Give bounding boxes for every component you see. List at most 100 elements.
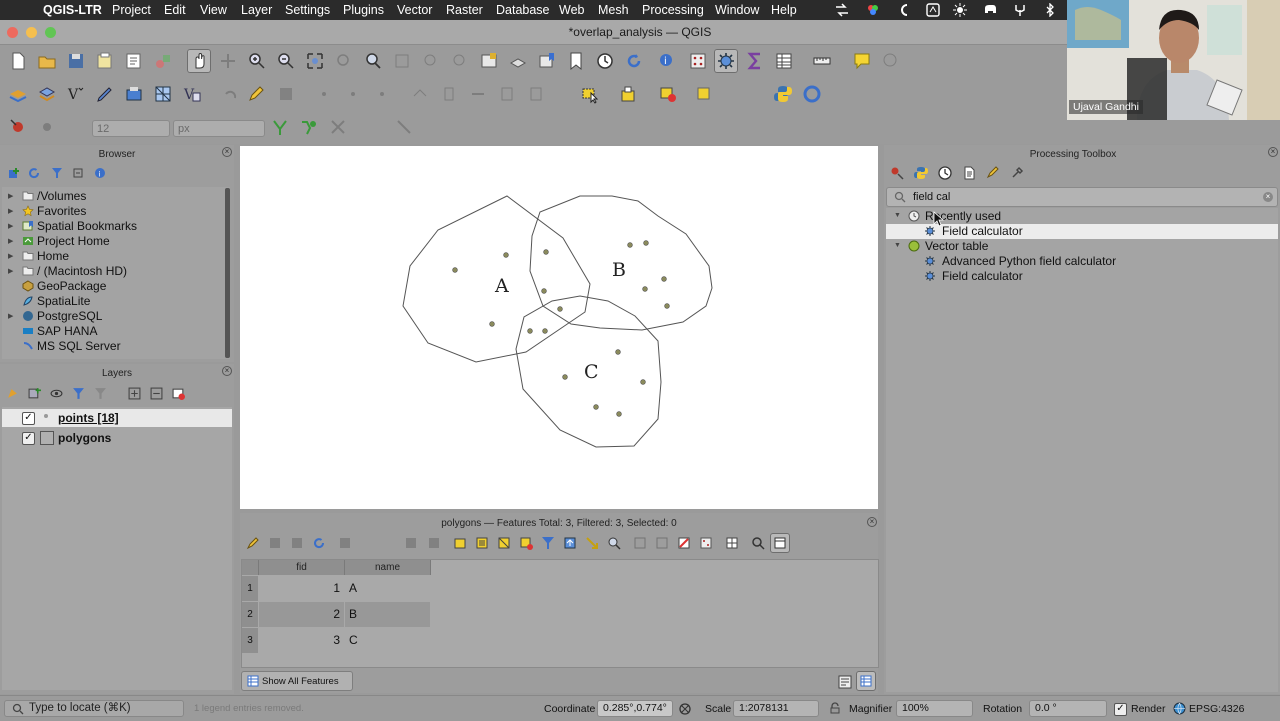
map-canvas[interactable]: A B C: [240, 146, 878, 509]
row-number[interactable]: 1: [242, 576, 258, 601]
filter-by-map-icon[interactable]: [94, 387, 107, 400]
zoom-in-icon[interactable]: [247, 51, 267, 71]
processing-search-input[interactable]: field cal: [913, 191, 950, 203]
python-console-icon[interactable]: [773, 84, 793, 104]
layout-manager-icon[interactable]: [124, 51, 144, 71]
layer-visibility-checkbox[interactable]: ✓: [22, 432, 35, 445]
plugin-icon[interactable]: [802, 84, 822, 104]
form-view-icon[interactable]: [838, 675, 852, 689]
show-bookmarks-icon[interactable]: [566, 51, 586, 71]
pan-map-icon[interactable]: [187, 49, 211, 73]
tray-sun-icon[interactable]: [953, 3, 967, 17]
font-unit-select[interactable]: px: [173, 120, 265, 137]
paste-features-icon[interactable]: [497, 84, 517, 104]
grid-corner[interactable]: [242, 560, 259, 575]
menu-item[interactable]: Settings: [285, 3, 330, 17]
trace-tool-icon[interactable]: [394, 117, 414, 137]
close-icon[interactable]: ×: [867, 517, 877, 527]
new-project-icon[interactable]: [8, 51, 28, 71]
style-manager-icon[interactable]: [153, 51, 173, 71]
browser-item[interactable]: MS SQL Server: [2, 339, 230, 354]
save-project-icon[interactable]: [66, 51, 86, 71]
cell-fid[interactable]: 1: [259, 576, 344, 601]
font-size-spinbox[interactable]: 12: [92, 120, 170, 137]
new-spatial-bookmark-icon[interactable]: [537, 51, 557, 71]
save-edits-icon[interactable]: [290, 536, 304, 550]
tray-fork-icon[interactable]: [1013, 3, 1027, 17]
style-layer-icon[interactable]: [6, 387, 19, 400]
refresh-icon[interactable]: [28, 167, 40, 179]
filter-legend-icon[interactable]: [72, 387, 85, 400]
undo-icon[interactable]: [220, 84, 240, 104]
expand-all-icon[interactable]: [128, 387, 141, 400]
browser-scrollbar[interactable]: [225, 188, 230, 358]
layer-item-points[interactable]: ✓ points [18]: [2, 409, 232, 427]
new-3d-map-view-icon[interactable]: [508, 51, 528, 71]
move-selection-top-icon[interactable]: [563, 536, 577, 550]
rotation-spinbox[interactable]: 0.0 °: [1029, 700, 1107, 717]
menu-item[interactable]: Help: [771, 3, 797, 17]
magnifier-spinbox[interactable]: 100%: [896, 700, 973, 717]
menu-item[interactable]: Window: [715, 3, 759, 17]
browser-item[interactable]: ▶ / (Macintosh HD): [2, 264, 230, 279]
paste-rows-icon[interactable]: [655, 536, 669, 550]
menu-app-name[interactable]: QGIS-LTR: [43, 3, 102, 17]
label-tool-icon[interactable]: [8, 117, 28, 137]
zoom-last-icon[interactable]: [421, 51, 441, 71]
zoom-native-icon[interactable]: [392, 51, 412, 71]
tray-arrow-icon[interactable]: [835, 3, 849, 17]
add-group-icon[interactable]: [28, 387, 41, 400]
info-icon[interactable]: i: [94, 167, 106, 179]
close-icon[interactable]: ×: [1268, 147, 1278, 157]
tray-color-icon[interactable]: [866, 3, 880, 17]
lock-scale-icon[interactable]: [829, 702, 841, 714]
cell-fid[interactable]: 3: [259, 628, 344, 653]
add-vector-layer-icon[interactable]: [37, 84, 57, 104]
cell-name[interactable]: A: [345, 576, 430, 601]
scripts-icon[interactable]: [914, 166, 928, 180]
browser-item[interactable]: GeoPackage: [2, 279, 230, 294]
add-mesh-layer-icon[interactable]: [153, 84, 173, 104]
browser-item[interactable]: SAP HANA: [2, 324, 230, 339]
reload-table-icon[interactable]: [312, 536, 326, 550]
browser-item[interactable]: ▶/Volumes: [2, 189, 230, 204]
menu-item[interactable]: Mesh: [598, 3, 629, 17]
browser-item[interactable]: SpatiaLite: [2, 294, 230, 309]
delete-feature-icon[interactable]: [404, 536, 418, 550]
scale-select[interactable]: 1:2078131: [733, 700, 819, 717]
menu-item[interactable]: Plugins: [343, 3, 384, 17]
dock-table-button[interactable]: [770, 533, 790, 553]
digitize-icon[interactable]: [95, 84, 115, 104]
menu-item[interactable]: Database: [496, 3, 550, 17]
toggle-extents-icon[interactable]: [678, 702, 692, 716]
crs-label[interactable]: EPSG:4326: [1189, 703, 1244, 715]
results-viewer-icon[interactable]: [962, 166, 976, 180]
digitize-curve-icon[interactable]: [299, 117, 319, 137]
close-icon[interactable]: ×: [222, 366, 232, 376]
zoom-map-to-rows-icon[interactable]: [751, 536, 765, 550]
close-icon[interactable]: ×: [222, 147, 232, 157]
copy-features-icon[interactable]: [468, 84, 488, 104]
vertex-tool-icon[interactable]: [372, 84, 392, 104]
in-place-edit-icon[interactable]: [986, 166, 1000, 180]
open-field-calculator-icon[interactable]: [688, 51, 708, 71]
zoom-to-selection-icon[interactable]: [334, 51, 354, 71]
toggle-editing-icon[interactable]: [246, 536, 260, 550]
zoom-to-layer-icon[interactable]: [363, 51, 383, 71]
clear-search-icon[interactable]: ×: [1263, 192, 1273, 202]
zoom-to-selected-icon[interactable]: [607, 536, 621, 550]
algorithm-advanced-python-field-calculator[interactable]: Advanced Python field calculator: [886, 254, 1278, 269]
browser-item[interactable]: ▶ Home: [2, 249, 230, 264]
open-attribute-table-icon[interactable]: [774, 51, 794, 71]
menu-item[interactable]: Raster: [446, 3, 483, 17]
cell-name[interactable]: C: [345, 628, 430, 653]
pan-to-selection-icon[interactable]: [218, 51, 238, 71]
processing-search-box[interactable]: field cal ×: [886, 187, 1278, 207]
new-print-layout-icon[interactable]: [95, 51, 115, 71]
add-virtual-layer-icon[interactable]: V: [182, 84, 202, 104]
row-number[interactable]: 2: [242, 602, 258, 627]
processing-toolbox-icon[interactable]: [714, 49, 738, 73]
render-checkbox[interactable]: ✓: [1114, 703, 1127, 716]
tray-elephant-icon[interactable]: [983, 3, 997, 17]
locator-search-input[interactable]: Type to locate (⌘K): [4, 700, 184, 717]
